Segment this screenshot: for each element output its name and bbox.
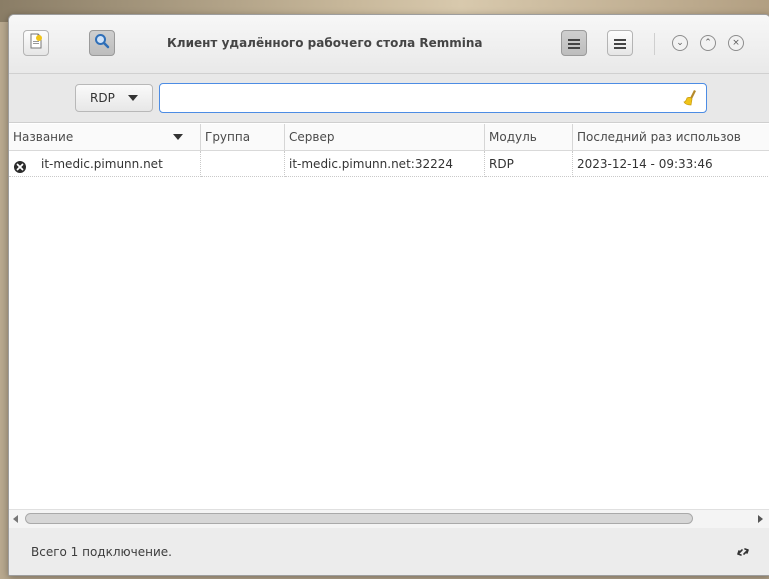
header-separator — [654, 33, 655, 55]
connection-server: it-medic.pimunn.net:32224 — [289, 157, 453, 171]
column-header-label: Группа — [205, 130, 251, 144]
search-bar: RDP — [9, 74, 769, 123]
column-header-label: Название — [13, 130, 74, 144]
column-header-group[interactable]: Группа — [201, 124, 285, 150]
connection-last-used: 2023-12-14 - 09:33:46 — [577, 157, 713, 171]
connections-list-empty-area[interactable] — [9, 177, 769, 507]
search-input[interactable] — [159, 83, 707, 113]
scroll-left-icon[interactable] — [13, 515, 18, 523]
horizontal-scrollbar[interactable] — [9, 509, 769, 528]
status-bar: Всего 1 подключение. — [9, 528, 769, 575]
chevron-down-icon — [128, 95, 138, 101]
column-header-plugin[interactable]: Модуль — [485, 124, 573, 150]
chevron-down-icon: ⌄ — [676, 37, 684, 48]
cell-name: it-medic.pimunn.net — [9, 151, 201, 177]
connection-plugin: RDP — [489, 157, 514, 171]
protocol-select-value: RDP — [90, 91, 115, 105]
scrollbar-thumb[interactable] — [25, 513, 693, 524]
list-view-icon — [568, 34, 580, 53]
clear-search-icon[interactable] — [681, 88, 701, 108]
connection-count-text: Всего 1 подключение. — [31, 545, 172, 559]
cell-group — [201, 151, 285, 177]
column-header-label: Модуль — [489, 130, 537, 144]
cell-last-used: 2023-12-14 - 09:33:46 — [573, 151, 769, 177]
protocol-select[interactable]: RDP — [75, 84, 153, 112]
new-connection-button[interactable] — [23, 30, 49, 56]
hamburger-menu-icon — [614, 34, 626, 53]
column-header-name[interactable]: Название — [9, 124, 201, 150]
refresh-icon[interactable] — [735, 544, 751, 560]
header-bar: Клиент удалённого рабочего стола Remmina — [9, 15, 769, 74]
maximize-button[interactable]: ⌃ — [700, 35, 716, 51]
new-document-icon — [28, 33, 44, 53]
connection-status-icon — [13, 157, 27, 173]
cell-plugin: RDP — [485, 151, 573, 177]
sort-descending-icon — [173, 134, 183, 140]
main-menu-button[interactable] — [607, 30, 633, 56]
table-row[interactable]: it-medic.pimunn.net it-medic.pimunn.net:… — [9, 151, 769, 177]
column-header-server[interactable]: Сервер — [285, 124, 485, 150]
chevron-up-icon: ⌃ — [704, 37, 712, 48]
cell-server: it-medic.pimunn.net:32224 — [285, 151, 485, 177]
close-icon: × — [732, 37, 740, 48]
remmina-main-window: Клиент удалённого рабочего стола Remmina — [8, 14, 769, 576]
column-header-last-used[interactable]: Последний раз использов — [573, 124, 769, 150]
scroll-right-icon[interactable] — [758, 515, 763, 523]
column-header-label: Сервер — [289, 130, 335, 144]
window-title: Клиент удалённого рабочего стола Remmina — [167, 36, 483, 50]
search-toggle-button[interactable] — [89, 30, 115, 56]
search-icon — [94, 33, 110, 53]
view-toggle-button[interactable] — [561, 30, 587, 56]
close-button[interactable]: × — [728, 35, 744, 51]
connection-name: it-medic.pimunn.net — [41, 157, 163, 171]
connections-table-header: Название Группа Сервер Модуль Последний … — [9, 124, 769, 151]
minimize-button[interactable]: ⌄ — [672, 35, 688, 51]
column-header-label: Последний раз использов — [577, 130, 741, 144]
